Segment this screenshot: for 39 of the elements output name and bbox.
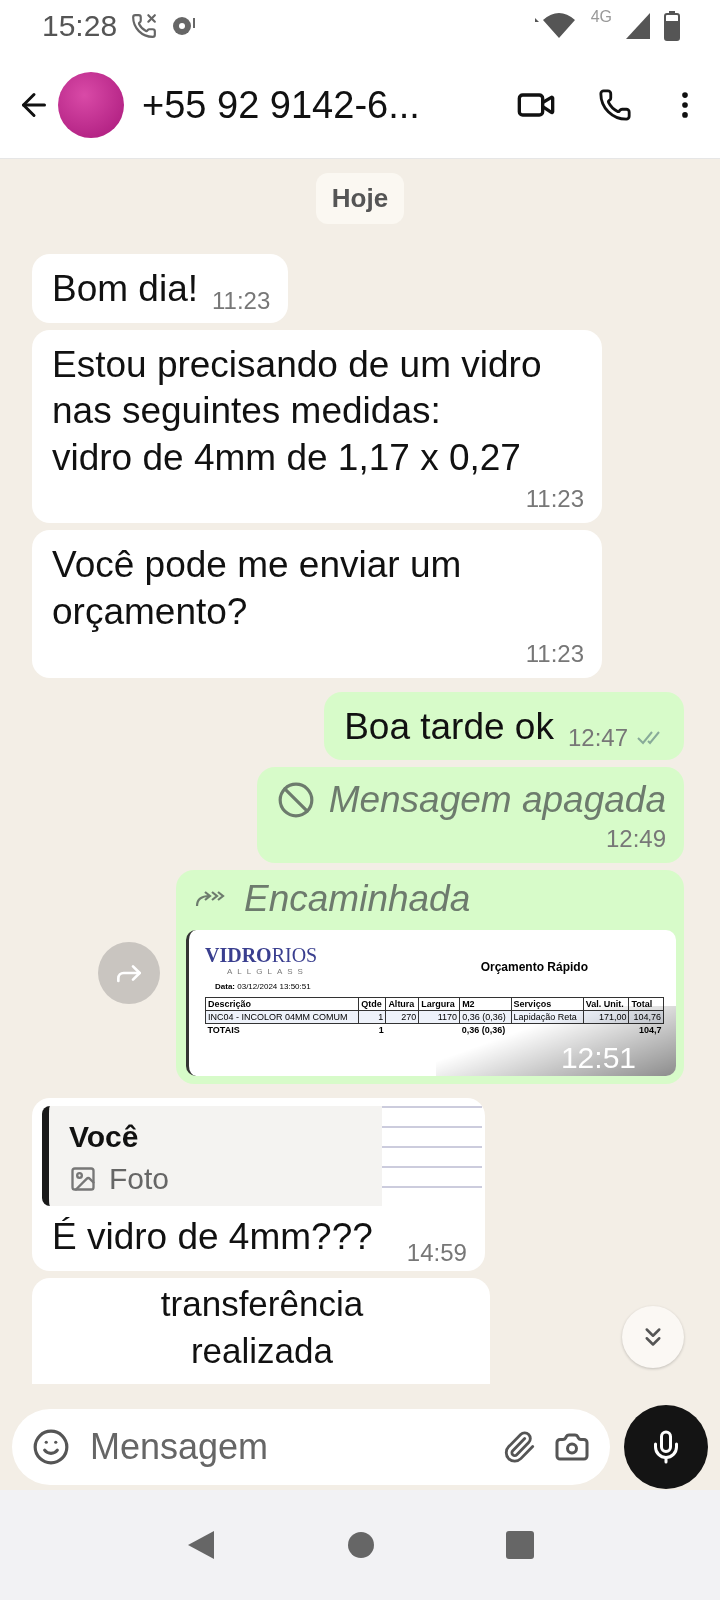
message-time: 12:49: [605, 825, 666, 854]
table-cell: 0,36 (0,36): [459, 1023, 512, 1037]
message-text: Bom dia!: [52, 267, 198, 311]
table-cell: TOTAIS: [205, 1023, 359, 1037]
document-date: Data: 03/12/2024 13:50:51: [215, 982, 312, 992]
message-time: 11:23: [212, 286, 271, 315]
table-cell: 1: [358, 1023, 386, 1037]
logo-subtitle: ALLGLASS: [227, 967, 309, 977]
message-time: 12:51: [560, 1043, 636, 1074]
message-time: 12:47: [567, 724, 628, 753]
quote-author: Você: [69, 1120, 140, 1155]
message-time: 14:59: [406, 1238, 467, 1267]
quote-text: Foto: [109, 1162, 170, 1197]
message-field[interactable]: Mensagem: [12, 1409, 610, 1485]
table-header: Largura: [418, 997, 460, 1011]
date-chip: Hoje: [315, 173, 405, 224]
message-text: Você pode me enviar um orçamento?: [52, 544, 463, 633]
table-header: Total: [628, 997, 664, 1011]
table-header: Qtde: [358, 997, 386, 1011]
message-text: É vidro de 4mm???: [52, 1215, 373, 1260]
status-time: 15:28: [42, 9, 118, 43]
message-text: Estou precisando de um vidro nas seguintes medidas: vidro de 4mm de 1,17 x 0,27: [52, 343, 543, 478]
image-text: transferência realizada: [159, 1282, 365, 1373]
table-header: Descrição: [205, 997, 359, 1011]
table-header: M2: [459, 997, 512, 1011]
table-cell: 104,7: [628, 1023, 664, 1037]
message-time: 11:23: [525, 639, 584, 668]
deleted-message-text: Mensagem apagada: [328, 779, 666, 822]
message-text: Boa tarde ok: [344, 704, 554, 749]
document-title: Orçamento Rápido: [480, 960, 588, 975]
table-header: Altura: [385, 997, 419, 1011]
table-header: Val. Unit.: [583, 997, 629, 1011]
logo-text: VIDRORIOS: [205, 944, 318, 968]
quoted-message[interactable]: Você Foto: [42, 1106, 382, 1207]
network-type: 4G: [590, 8, 612, 26]
contact-name[interactable]: +55 92 9142-6...: [142, 83, 474, 127]
forwarded-label: Encaminhada: [244, 878, 471, 921]
message-time: 11:23: [525, 485, 584, 514]
table-header: Serviços: [511, 997, 584, 1011]
